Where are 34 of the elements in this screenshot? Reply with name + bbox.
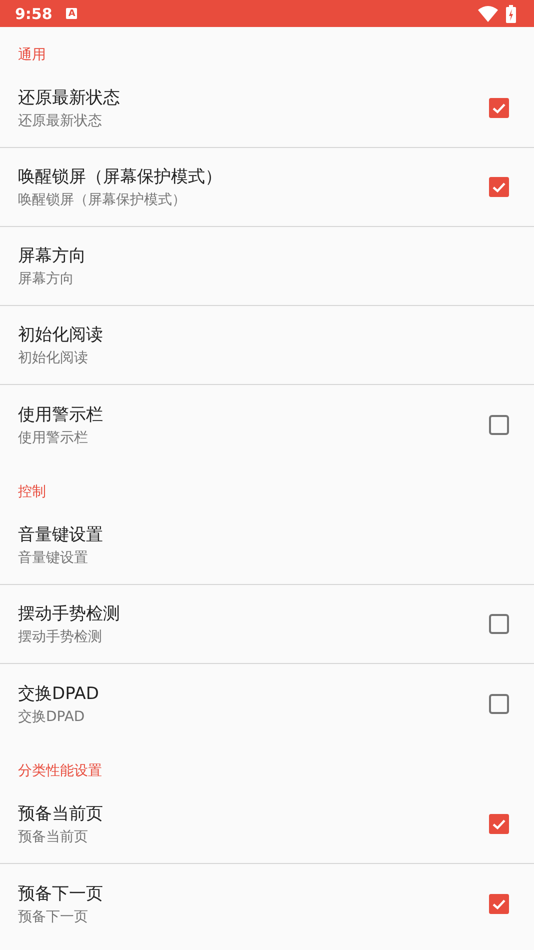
setting-summary: 使用警示栏 (18, 428, 89, 446)
setting-title[interactable]: 音量键设置 (18, 523, 509, 546)
setting-summary: 还原最新状态 (18, 112, 103, 130)
setting-title[interactable]: 预备下一页 (18, 882, 489, 904)
section-header: 通用 (17, 46, 47, 65)
setting-title[interactable]: 初始化阅读 (18, 323, 509, 346)
section-header: 控制 (17, 483, 47, 502)
checkbox[interactable] (489, 414, 509, 434)
setting-title[interactable]: 屏幕方向 (18, 244, 509, 267)
checkbox[interactable] (489, 814, 509, 834)
setting-summary: 预备下一页 (18, 908, 89, 926)
checkbox[interactable] (489, 614, 509, 634)
setting-title[interactable]: 交换DPAD (18, 682, 489, 704)
setting-summary: 摆动手势检测 (18, 628, 103, 646)
checkbox[interactable] (489, 177, 509, 197)
setting-title[interactable]: 使用警示栏 (18, 402, 489, 426)
checkbox[interactable] (489, 894, 509, 914)
setting-summary: 初始化阅读 (18, 349, 89, 367)
setting-summary: 交换DPAD (18, 708, 86, 726)
clock: 9:58 (15, 4, 52, 22)
checkbox[interactable] (489, 98, 509, 118)
setting-title[interactable]: 唤醒锁屏（屏幕保护模式） (18, 165, 489, 188)
setting-title[interactable]: 摆动手势检测 (18, 602, 489, 625)
section-header: 分类性能设置 (17, 762, 103, 781)
setting-summary: 音量键设置 (18, 549, 89, 567)
setting-title[interactable]: 预备当前页 (18, 802, 489, 825)
wifi-icon (478, 6, 498, 22)
notification-icon: A (66, 8, 78, 19)
setting-summary: 唤醒锁屏（屏幕保护模式） (18, 191, 187, 209)
battery-icon (506, 4, 516, 22)
setting-title[interactable]: 还原最新状态 (18, 86, 489, 109)
setting-summary: 屏幕方向 (18, 270, 75, 288)
setting-summary: 预备当前页 (18, 828, 89, 846)
checkbox[interactable] (489, 694, 509, 714)
